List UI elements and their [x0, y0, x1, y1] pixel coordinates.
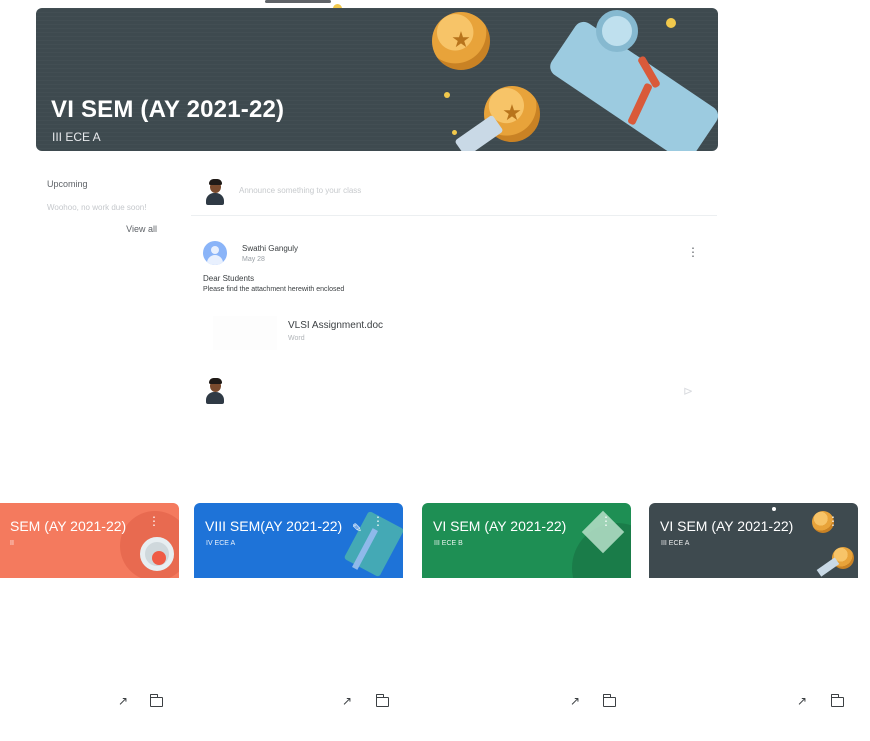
class-card[interactable]: VIII SEM(AY 2021-22) IV ECE A ✎ ⋮ [194, 503, 403, 578]
card-illustration [152, 551, 166, 565]
attachment[interactable]: VLSI Assignment.doc Word [213, 312, 463, 352]
card-actions: ↗ [422, 694, 631, 715]
card-title: SEM (AY 2021-22) [10, 518, 127, 534]
class-section: III ECE A [52, 130, 101, 144]
comment-avatar [203, 378, 227, 404]
class-banner: ★ ★ VI SEM (AY 2021-22) III ECE A [36, 8, 718, 151]
attachment-name: VLSI Assignment.doc [288, 320, 384, 331]
card-actions: ↗ [649, 694, 858, 715]
card-section: III ECE B [434, 540, 463, 547]
class-card[interactable]: VI SEM (AY 2021-22) III ECE A ⋮ [649, 503, 858, 578]
spark-dot [452, 130, 457, 135]
upcoming-empty-text: Woohoo, no work due soon! [47, 203, 147, 212]
card-actions: ↗ [0, 694, 179, 715]
post-author: Swathi Ganguly [242, 244, 299, 253]
star-icon: ★ [502, 99, 522, 125]
announce-placeholder: Announce something to your class [239, 186, 362, 195]
trending-icon[interactable]: ↗ [342, 695, 352, 707]
trending-icon[interactable]: ↗ [570, 695, 580, 707]
trending-icon[interactable]: ↗ [118, 695, 128, 707]
stream-post: Swathi Ganguly May 28 ⋮ Dear Students Pl… [191, 226, 717, 426]
pencil-icon: ✎ [352, 521, 363, 535]
more-vert-icon[interactable]: ⋮ [827, 515, 839, 527]
post-body-line: Dear Students [203, 274, 255, 283]
class-card[interactable]: SEM (AY 2021-22) II ⋮ [0, 503, 179, 578]
folder-icon[interactable] [602, 694, 616, 707]
top-indicator [265, 0, 331, 3]
folder-icon[interactable] [830, 694, 844, 707]
card-section: IV ECE A [206, 540, 236, 547]
more-vert-icon[interactable]: ⋮ [687, 246, 699, 258]
user-avatar [203, 179, 227, 205]
upcoming-panel: Upcoming Woohoo, no work due soon! View … [36, 170, 168, 250]
post-body-line: Please find the attachment herewith encl… [203, 286, 345, 293]
spark-dot [772, 507, 776, 511]
card-title: VI SEM (AY 2021-22) [660, 518, 794, 534]
card-title: VIII SEM(AY 2021-22) [205, 518, 343, 534]
diploma-scroll-end [596, 10, 638, 52]
folder-icon[interactable] [375, 694, 389, 707]
card-section: II [10, 540, 14, 547]
more-vert-icon[interactable]: ⋮ [600, 515, 612, 527]
class-title: VI SEM (AY 2021-22) [51, 96, 285, 123]
spark-dot [666, 18, 676, 28]
trending-icon[interactable]: ↗ [797, 695, 807, 707]
medal-coin-top: ★ [432, 12, 490, 70]
spark-dot [444, 92, 450, 98]
more-vert-icon[interactable]: ⋮ [148, 515, 160, 527]
more-vert-icon[interactable]: ⋮ [372, 515, 384, 527]
post-date: May 28 [242, 256, 265, 263]
view-all-link[interactable]: View all [126, 224, 157, 234]
send-icon[interactable]: ⊳ [683, 384, 693, 398]
attachment-type: Word [288, 335, 305, 342]
folder-icon[interactable] [149, 694, 163, 707]
author-avatar [203, 241, 227, 265]
card-section: III ECE A [661, 540, 690, 547]
card-title: VI SEM (AY 2021-22) [433, 518, 567, 534]
class-card[interactable]: VI SEM (AY 2021-22) III ECE B ⋮ [422, 503, 631, 578]
star-icon: ★ [451, 26, 471, 52]
upcoming-title: Upcoming [47, 179, 88, 189]
card-actions: ↗ [194, 694, 403, 715]
attachment-thumbnail [213, 316, 277, 350]
announce-box[interactable]: Announce something to your class [191, 166, 717, 216]
